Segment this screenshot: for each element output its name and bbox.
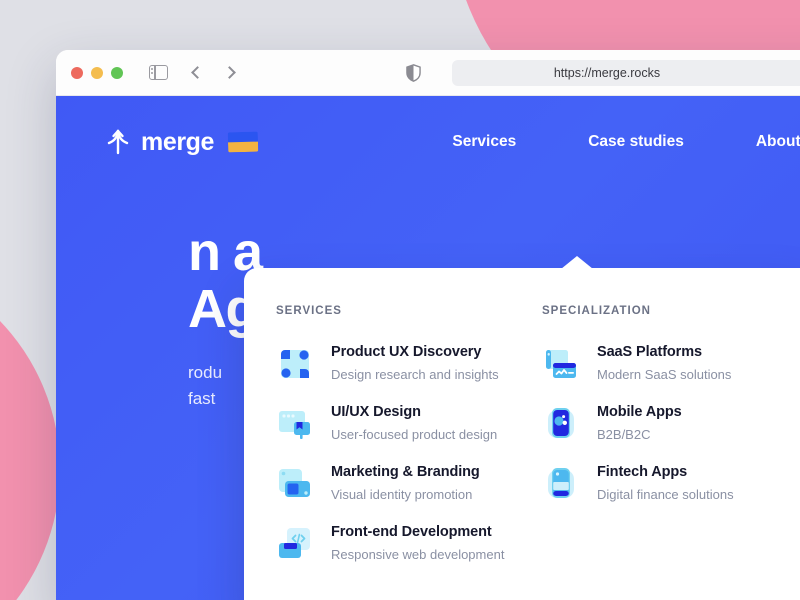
sidebar-toggle-icon[interactable] (149, 65, 168, 80)
logo-wordmark: merge (141, 127, 215, 156)
menu-item-subtitle: Visual identity promotion (331, 486, 473, 502)
nav-item-case-studies[interactable]: Case studies (565, 133, 707, 151)
dropdown-column-specialization: SPECIALIZATION SaaS Platforms Modern Saa… (514, 305, 780, 600)
ux-discovery-icon (281, 350, 309, 378)
mobile-apps-icon (548, 408, 574, 439)
decorative-pink-blob-bottom (0, 255, 60, 600)
menu-item-subtitle: Digital finance solutions (597, 486, 734, 502)
menu-item-subtitle: Responsive web development (331, 546, 505, 562)
menu-item-title: SaaS Platforms (597, 344, 702, 360)
menu-item-subtitle: Modern SaaS solutions (597, 366, 732, 382)
menu-item-subtitle: B2B/B2C (597, 426, 651, 442)
saas-platforms-icon (546, 350, 576, 378)
column-heading-specialization: SPECIALIZATION (542, 305, 651, 317)
site-navigation: Services Case studies About us (429, 96, 800, 188)
screenshot-canvas: https://merge.rocks n a Ag rodu fast mer… (0, 0, 800, 600)
back-arrow-icon[interactable] (191, 66, 204, 79)
forward-arrow-icon[interactable] (223, 66, 236, 79)
menu-item-title: Product UX Discovery (331, 344, 482, 360)
ukraine-flag-icon (227, 131, 259, 153)
nav-item-services[interactable]: Services (429, 133, 539, 151)
menu-item-saas-platforms[interactable]: SaaS Platforms Modern SaaS solutions (542, 343, 780, 383)
site-header: merge Services Case studies About us (56, 96, 800, 188)
column-heading-services: SERVICES (276, 305, 342, 317)
site-logo[interactable]: merge (106, 127, 259, 157)
address-bar[interactable]: https://merge.rocks (452, 60, 800, 86)
dropdown-column-services: SERVICES Product UX Discovery Design res… (276, 305, 514, 600)
marketing-branding-icon (279, 469, 310, 498)
menu-item-subtitle: User-focused product design (331, 426, 498, 442)
fintech-apps-icon (548, 468, 574, 499)
menu-item-fintech-apps[interactable]: Fintech Apps Digital finance solutions (542, 463, 780, 503)
menu-item-title: UI/UX Design (331, 404, 421, 421)
menu-item-title: Mobile Apps (597, 404, 682, 421)
menu-item-marketing-branding[interactable]: Marketing & Branding Visual identity pro… (276, 463, 514, 503)
ui-design-icon (279, 411, 310, 440)
menu-item-ui-ux-design[interactable]: UI/UX Design User-focused product design (276, 403, 514, 443)
window-controls (71, 66, 123, 79)
website-viewport: n a Ag rodu fast merge Services Case stu… (56, 96, 800, 600)
menu-item-subtitle: Design research and insights (331, 366, 499, 382)
browser-window: https://merge.rocks n a Ag rodu fast mer… (56, 50, 800, 600)
shield-icon[interactable] (406, 64, 421, 82)
merge-arrow-icon (107, 129, 129, 155)
close-window-button[interactable] (71, 66, 83, 79)
menu-item-title: Front-end Development (331, 524, 492, 541)
menu-item-frontend-development[interactable]: Front-end Development Responsive web dev… (276, 523, 514, 563)
menu-item-title: Fintech Apps (597, 464, 688, 481)
browser-toolbar: https://merge.rocks (56, 50, 800, 96)
nav-item-about-us[interactable]: About us (733, 133, 800, 151)
menu-item-product-ux-discovery[interactable]: Product UX Discovery Design research and… (276, 343, 514, 383)
minimize-window-button[interactable] (91, 66, 103, 79)
menu-item-title: Marketing & Branding (331, 464, 480, 481)
services-dropdown-panel: SERVICES Product UX Discovery Design res… (244, 256, 800, 600)
url-text: https://merge.rocks (553, 66, 661, 80)
menu-item-mobile-apps[interactable]: Mobile Apps B2B/B2C (542, 403, 780, 443)
frontend-dev-icon (279, 528, 310, 559)
maximize-window-button[interactable] (111, 66, 123, 79)
